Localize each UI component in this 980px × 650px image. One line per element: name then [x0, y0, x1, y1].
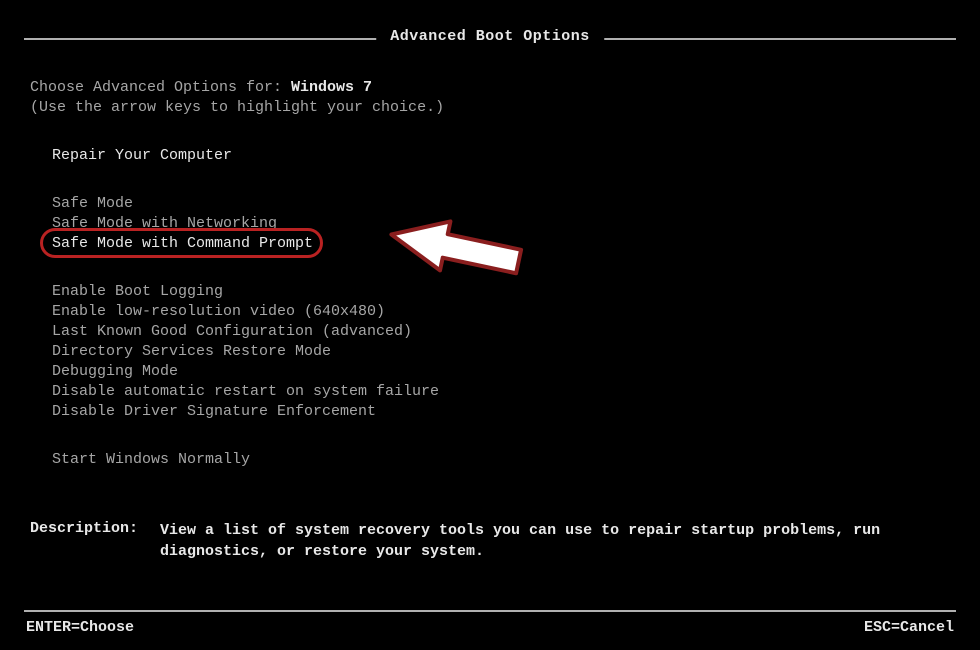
footer-esc-hint: ESC=Cancel	[864, 619, 954, 636]
menu-item-safe-mode[interactable]: Safe Mode	[30, 194, 950, 214]
screen-title: Advanced Boot Options	[376, 28, 604, 45]
menu-item-label: Safe Mode with Command Prompt	[52, 235, 313, 252]
prompt-prefix: Choose Advanced Options for:	[30, 79, 291, 96]
menu-item-last-known-good[interactable]: Last Known Good Configuration (advanced)	[30, 322, 950, 342]
menu-item-safe-mode-networking[interactable]: Safe Mode with Networking	[30, 214, 950, 234]
description-label: Description:	[30, 520, 160, 562]
group-repair: Repair Your Computer	[30, 146, 950, 166]
body-area: Choose Advanced Options for: Windows 7 (…	[30, 78, 950, 470]
description-block: Description: View a list of system recov…	[30, 520, 950, 562]
description-text: View a list of system recovery tools you…	[160, 520, 950, 562]
footer-enter-hint: ENTER=Choose	[26, 619, 134, 636]
boot-options-screen: Advanced Boot Options Choose Advanced Op…	[0, 0, 980, 650]
menu-item-disable-driver-sig[interactable]: Disable Driver Signature Enforcement	[30, 402, 950, 422]
os-name: Windows 7	[291, 79, 372, 96]
footer-rule	[24, 610, 956, 612]
menu-item-low-res-video[interactable]: Enable low-resolution video (640x480)	[30, 302, 950, 322]
menu-item-repair[interactable]: Repair Your Computer	[30, 146, 950, 166]
menu-item-safe-mode-cmd[interactable]: Safe Mode with Command Prompt	[30, 234, 950, 254]
group-normal-start: Start Windows Normally	[30, 450, 950, 470]
group-advanced: Enable Boot Logging Enable low-resolutio…	[30, 282, 950, 422]
menu-item-disable-auto-restart[interactable]: Disable automatic restart on system fail…	[30, 382, 950, 402]
group-safe-modes: Safe Mode Safe Mode with Networking Safe…	[30, 194, 950, 254]
prompt-line: Choose Advanced Options for: Windows 7	[30, 78, 950, 98]
hint-line: (Use the arrow keys to highlight your ch…	[30, 98, 950, 118]
menu-item-ds-restore[interactable]: Directory Services Restore Mode	[30, 342, 950, 362]
menu-item-boot-logging[interactable]: Enable Boot Logging	[30, 282, 950, 302]
menu-item-debugging[interactable]: Debugging Mode	[30, 362, 950, 382]
menu-item-start-normally[interactable]: Start Windows Normally	[30, 450, 950, 470]
